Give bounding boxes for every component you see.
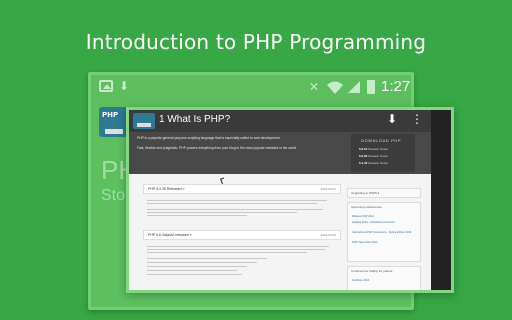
conference-link[interactable]: International PHP Conference - Spring Ed… — [352, 231, 411, 234]
hero-text-2: Fast, flexible and pragmatic, PHP powers… — [137, 146, 298, 150]
php-hero-banner: PHP is a popular general-purpose scripti… — [129, 132, 431, 174]
signal-icon — [348, 81, 360, 93]
status-bar: ⬇ ✕ 1:27 — [91, 75, 411, 101]
hero-text-1: PHP is a popular general-purpose scripti… — [137, 136, 281, 140]
version-item[interactable]: 5.4.42 Release Notes — [359, 161, 388, 165]
mute-icon: ✕ — [309, 80, 320, 94]
conference-link[interactable]: php[tek] 2014 - Schedule Announced — [352, 221, 395, 224]
app-bar: 1 What Is PHP? ⬇ ⋮ — [129, 110, 451, 132]
sidebar-box: Upgrading to PHP5.4 — [347, 188, 421, 198]
download-box: DOWNLOAD PHP 5.6.10 Release Notes 5.6.26… — [351, 134, 415, 172]
status-clock: 1:27 — [381, 78, 411, 95]
text-line — [147, 270, 237, 271]
news-header[interactable]: PHP 5.6.0alpha3 released » 2014-03-06 — [143, 230, 341, 240]
sidebar-box: Conferences Calling for papers ZendCon 2… — [347, 266, 421, 290]
conference-link[interactable]: ZendCon 2014 — [352, 279, 369, 282]
text-line — [147, 252, 307, 253]
php-basics-logo: PHP — [99, 107, 129, 137]
text-line — [147, 266, 247, 267]
conference-link[interactable]: PHP Cape Town 2014 — [352, 241, 377, 244]
image-icon — [99, 80, 113, 92]
news-title[interactable]: PHP 5.6.0alpha3 released » — [148, 233, 192, 237]
text-line — [147, 274, 242, 275]
overflow-menu-icon[interactable]: ⋮ — [411, 112, 423, 126]
version-item[interactable]: 5.6.26 Release Notes — [359, 154, 388, 158]
download-title: DOWNLOAD PHP — [361, 138, 402, 143]
news-header[interactable]: PHP 5.4.26 Released » 2014-03-07 — [143, 184, 341, 194]
text-line — [147, 262, 257, 263]
text-line — [147, 246, 329, 247]
front-tablet-screenshot: 1 What Is PHP? ⬇ ⋮ PHP is a popular gene… — [126, 107, 454, 293]
download-icon[interactable]: ⬇ — [387, 112, 397, 126]
text-line — [147, 212, 297, 213]
sidebar-box-title: Upcoming conferences — [351, 205, 382, 209]
battery-icon — [367, 80, 375, 94]
sidebar-box-title[interactable]: Upgrading to PHP5.4 — [351, 191, 379, 195]
page-headline: Introduction to PHP Programming — [85, 30, 427, 54]
news-date: 2014-03-06 — [320, 233, 336, 237]
text-line — [147, 249, 325, 250]
sidebar-box: Upcoming conferences Midwest PHP 2014 ph… — [347, 202, 421, 262]
text-line — [147, 203, 317, 204]
news-date: 2014-03-07 — [320, 187, 336, 191]
text-line — [147, 215, 247, 216]
text-line — [147, 258, 267, 259]
text-line — [147, 200, 327, 201]
web-content: PHP is a popular general-purpose scripti… — [129, 132, 431, 290]
side-panel — [431, 110, 451, 290]
download-icon: ⬇ — [119, 79, 130, 93]
version-item[interactable]: 5.6.10 Release Notes — [359, 147, 388, 151]
chapter-title: 1 What Is PHP? — [159, 114, 231, 125]
text-line — [147, 209, 323, 210]
conference-link[interactable]: Midwest PHP 2014 — [352, 215, 374, 218]
wifi-icon — [327, 81, 343, 94]
news-title[interactable]: PHP 5.4.26 Released » — [148, 187, 185, 191]
sidebar-box-title: Conferences Calling for papers — [351, 269, 393, 273]
app-logo-icon — [133, 113, 155, 129]
